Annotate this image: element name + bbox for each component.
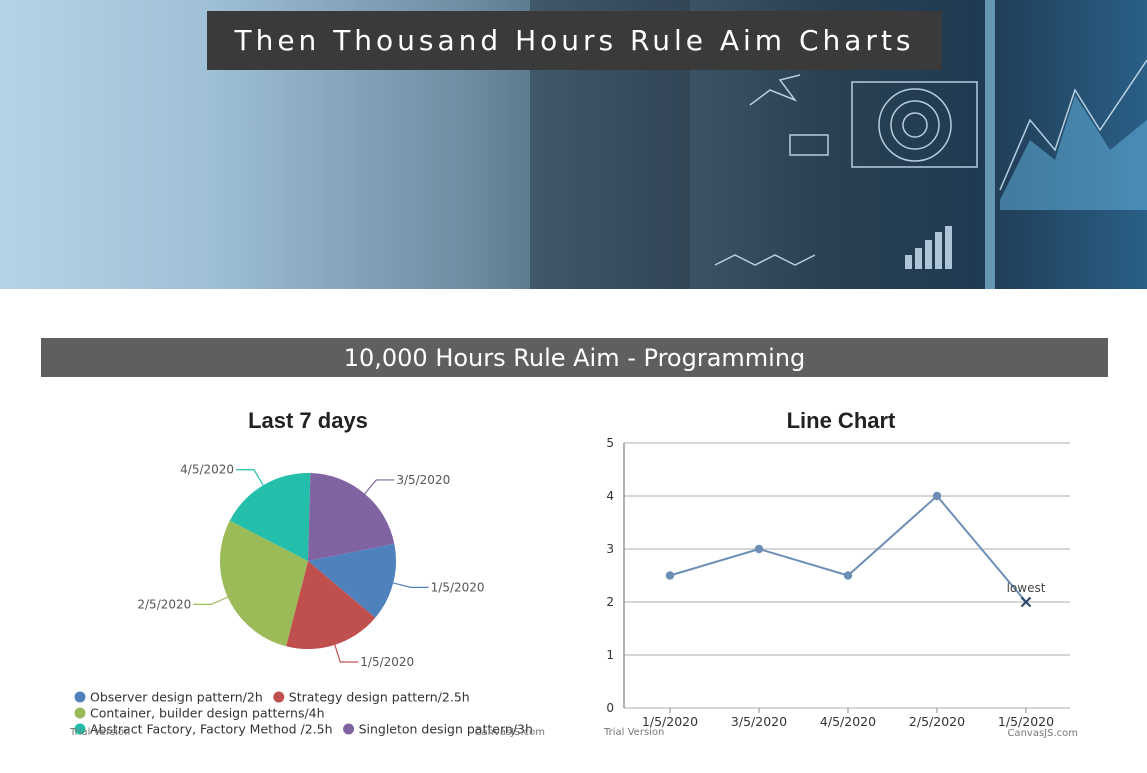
pie-label-leader bbox=[193, 596, 228, 605]
credit-trial: Trial Version bbox=[69, 727, 130, 738]
x-tick-label: 4/5/2020 bbox=[820, 714, 876, 729]
data-point bbox=[665, 571, 675, 580]
credit-canvasjs: CanvasJS.com bbox=[1007, 728, 1078, 739]
y-tick-label: 3 bbox=[606, 542, 614, 556]
y-tick-label: 1 bbox=[606, 648, 614, 662]
data-point bbox=[754, 544, 764, 554]
y-tick-label: 0 bbox=[606, 701, 614, 715]
hero-banner: Then Thousand Hours Rule Aim Charts bbox=[0, 0, 1147, 289]
credit-canvasjs: CanvasJS.com bbox=[474, 727, 545, 738]
x-tick-label: 3/5/2020 bbox=[731, 714, 787, 729]
legend-marker bbox=[74, 707, 86, 719]
y-tick-label: 5 bbox=[606, 436, 614, 450]
y-tick-label: 4 bbox=[606, 489, 614, 503]
pie-label-leader bbox=[364, 479, 395, 495]
page-title: Then Thousand Hours Rule Aim Charts bbox=[207, 11, 942, 70]
pie-label-leader bbox=[393, 582, 429, 588]
pie-slice-label: 3/5/2020 bbox=[396, 473, 450, 487]
legend-marker bbox=[343, 723, 355, 735]
credit-trial: Trial Version bbox=[603, 727, 664, 738]
pie-slice-label: 1/5/2020 bbox=[431, 580, 485, 594]
legend-item: Observer design pattern/2h bbox=[90, 690, 263, 705]
line-chart-title: Line Chart bbox=[787, 408, 896, 433]
pie-slice-label: 2/5/2020 bbox=[137, 597, 191, 611]
pie-label-leader bbox=[236, 469, 264, 486]
section-title: 10,000 Hours Rule Aim - Programming bbox=[41, 338, 1108, 377]
line-chart: Line Chart 0 1 2 3 4 5 1/5/2020 3/5/2020 4/5/2020… bbox=[603, 408, 1078, 739]
legend-marker bbox=[74, 691, 86, 703]
x-tick-label: 1/5/2020 bbox=[998, 714, 1054, 729]
data-point bbox=[932, 491, 942, 501]
data-point bbox=[843, 571, 853, 580]
legend-item: Container, builder design patterns/4h bbox=[90, 706, 325, 721]
legend-item: Strategy design pattern/2.5h bbox=[289, 690, 470, 705]
y-tick-label: 2 bbox=[606, 595, 614, 609]
pie-chart-title: Last 7 days bbox=[248, 408, 368, 433]
pie-label-leader bbox=[334, 644, 359, 663]
pie-slice-label: 4/5/2020 bbox=[180, 463, 234, 477]
legend-marker bbox=[273, 691, 285, 703]
annotation-label: lowest bbox=[1007, 581, 1046, 595]
pie-chart: Last 7 days 1/5/2020 1/5/2020 2/5/2020 4/5/2… bbox=[69, 408, 545, 738]
pie-slice-label: 1/5/2020 bbox=[360, 655, 414, 669]
x-tick-label: 2/5/2020 bbox=[909, 714, 965, 729]
